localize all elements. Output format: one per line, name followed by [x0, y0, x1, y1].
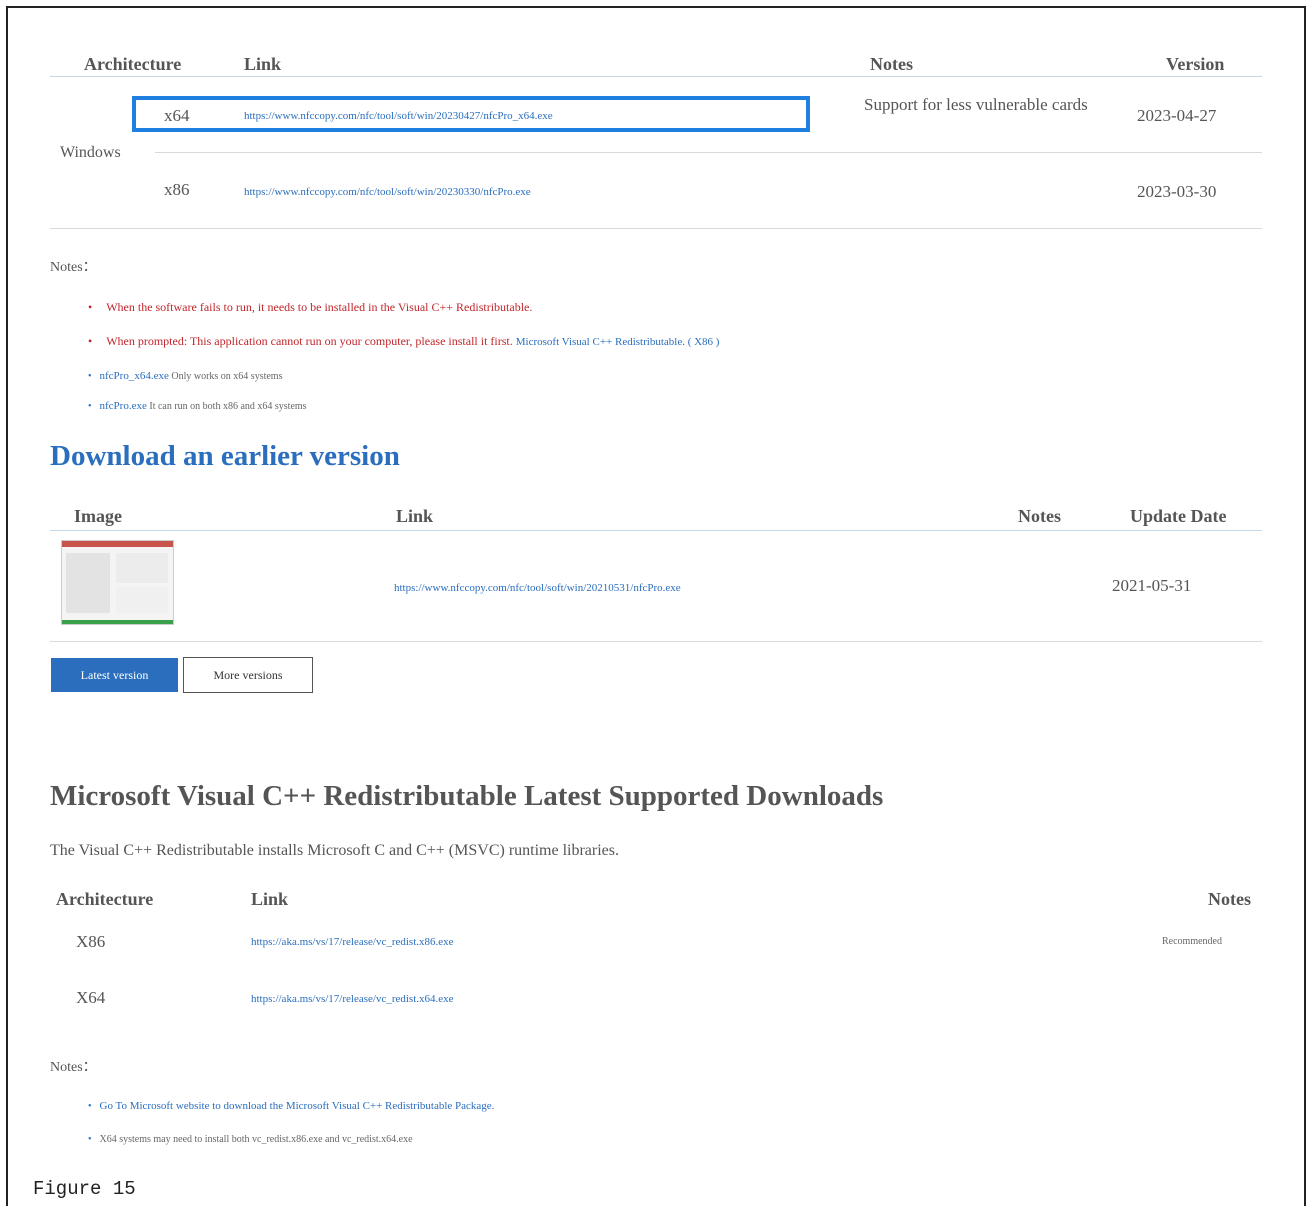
header-update-date: Update Date: [1130, 506, 1227, 526]
notes-label: Notes：: [50, 1060, 97, 1075]
note-item-x64: X64 systems may need to install both vc_…: [88, 1134, 413, 1145]
vc-redist-x86-link[interactable]: https://aka.ms/vs/17/release/vc_redist.x…: [251, 936, 454, 948]
nfcpro-x64-link[interactable]: nfcPro_x64.exe: [100, 370, 169, 382]
nfcpro-link[interactable]: nfcPro.exe: [100, 400, 147, 412]
thumb-panel: [116, 587, 168, 613]
note-item-3: nfcPro_x64.exe Only works on x64 systems: [88, 370, 283, 382]
figure-caption: Figure 15: [33, 1178, 136, 1200]
thumb-panel: [66, 553, 110, 613]
thumb-panel: [116, 553, 168, 583]
msvc-heading: Microsoft Visual C++ Redistributable Lat…: [50, 780, 884, 812]
msvc-description: The Visual C++ Redistributable installs …: [50, 842, 619, 859]
thumb-statusbar: [62, 620, 173, 624]
arch-x86: x86: [164, 180, 190, 199]
header-link: Link: [251, 889, 289, 909]
msvc-arch-x64: X64: [76, 988, 106, 1007]
note-item-2: When prompted: This application cannot r…: [88, 334, 719, 349]
header-notes: Notes: [1018, 506, 1061, 526]
version-x86: 2023-03-30: [1137, 182, 1217, 201]
header-rule: [50, 76, 1262, 77]
note-item-1: When the software fails to run, it needs…: [88, 300, 532, 315]
thumb-titlebar: [62, 541, 173, 547]
version-x64: 2023-04-27: [1137, 106, 1217, 125]
msvc-x86-link[interactable]: Microsoft Visual C++ Redistributable. ( …: [516, 336, 720, 348]
note-text: When prompted: This application cannot r…: [106, 334, 513, 348]
update-date: 2021-05-31: [1112, 576, 1192, 595]
header-link: Link: [396, 506, 434, 526]
header-link: Link: [244, 54, 282, 74]
note-text: When the software fails to run, it needs…: [106, 300, 533, 314]
header-architecture: Architecture: [84, 54, 182, 74]
note-item-ms-site: Go To Microsoft website to download the …: [88, 1100, 495, 1112]
note-item-4: nfcPro.exe It can run on both x86 and x6…: [88, 400, 307, 412]
notes-label: Notes：: [50, 260, 97, 275]
microsoft-website-link[interactable]: Go To Microsoft website to download the …: [100, 1100, 495, 1112]
row-rule: [155, 152, 1262, 153]
more-versions-button[interactable]: More versions: [183, 657, 313, 693]
table-bottom-rule: [50, 228, 1262, 229]
header-image: Image: [74, 506, 122, 526]
note-text: Only works on x64 systems: [171, 371, 283, 382]
note-text: X64 systems may need to install both vc_…: [99, 1134, 413, 1145]
platform-label: Windows: [60, 144, 121, 161]
header-notes: Notes: [1208, 889, 1251, 909]
table-bottom-rule: [50, 641, 1262, 642]
note-text: It can run on both x86 and x64 systems: [149, 401, 307, 412]
notes-x64: Support for less vulnerable cards: [864, 95, 1088, 114]
screenshot-frame: [6, 6, 1306, 1206]
header-notes: Notes: [870, 54, 913, 74]
earlier-download-link[interactable]: https://www.nfccopy.com/nfc/tool/soft/wi…: [394, 582, 681, 594]
recommended-note: Recommended: [1162, 936, 1222, 947]
latest-version-button[interactable]: Latest version: [51, 658, 178, 692]
highlight-box: [132, 96, 810, 132]
download-link-x86[interactable]: https://www.nfccopy.com/nfc/tool/soft/wi…: [244, 186, 531, 198]
vc-redist-x64-link[interactable]: https://aka.ms/vs/17/release/vc_redist.x…: [251, 993, 454, 1005]
header-rule: [50, 530, 1262, 531]
screenshot-thumbnail: [61, 540, 174, 625]
header-architecture: Architecture: [56, 889, 154, 909]
earlier-version-heading: Download an earlier version: [50, 440, 400, 472]
msvc-arch-x86: X86: [76, 932, 106, 951]
header-version: Version: [1166, 54, 1225, 74]
